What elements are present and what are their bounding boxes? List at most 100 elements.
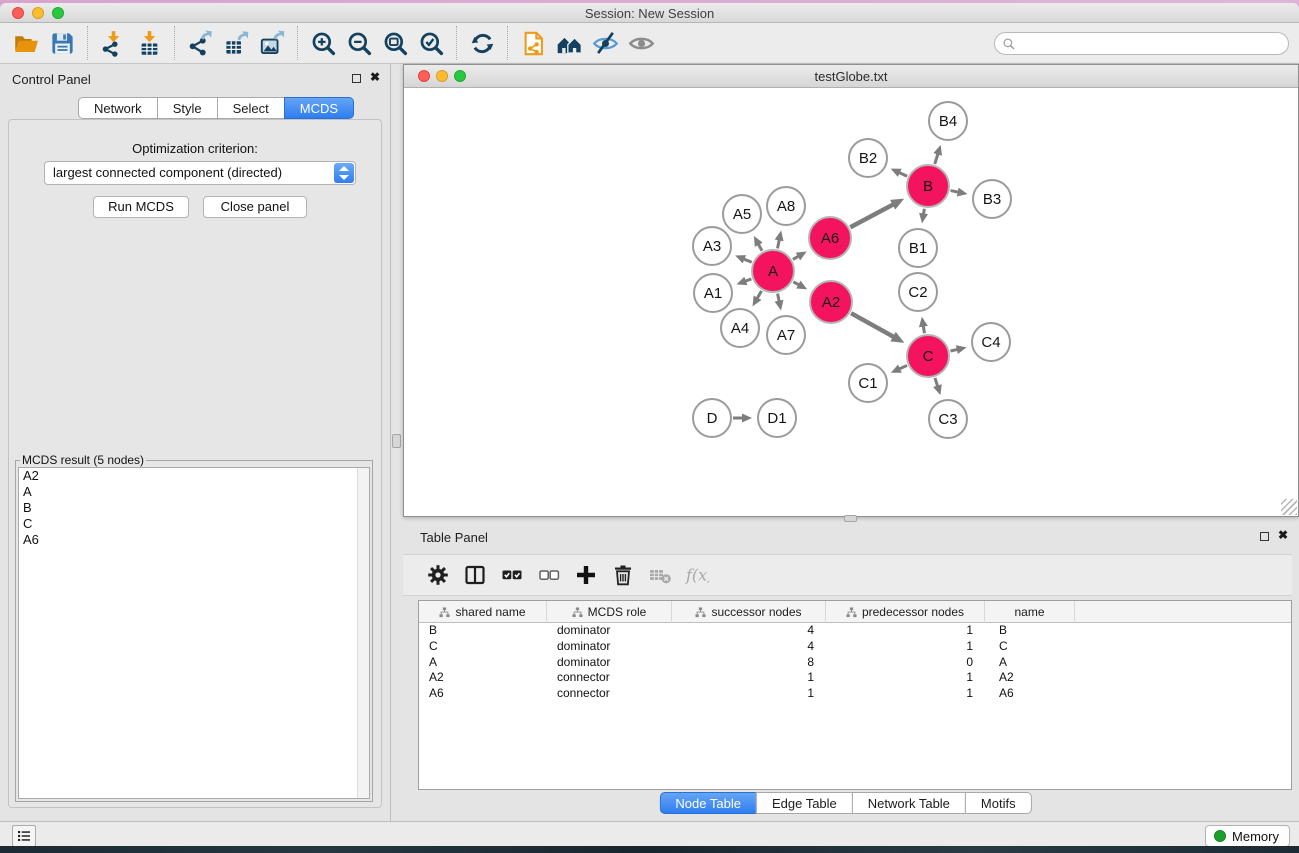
result-item[interactable]: A — [19, 484, 357, 500]
first-neighbors-button[interactable] — [551, 26, 587, 60]
zoom-selected-button[interactable] — [413, 26, 449, 60]
graph-edge-C-C1[interactable] — [891, 365, 907, 373]
graph-edge-C-C2[interactable] — [919, 317, 928, 334]
table-cell[interactable]: connector — [547, 686, 672, 702]
table-cell[interactable]: 1 — [826, 670, 985, 686]
resize-grip-icon[interactable] — [1281, 499, 1297, 515]
result-item[interactable]: B — [19, 500, 357, 516]
graph-node-A6[interactable]: A6 — [809, 217, 851, 259]
table-cell[interactable]: C — [419, 639, 547, 655]
graph-node-A3[interactable]: A3 — [693, 227, 731, 265]
table-cell[interactable]: A6 — [985, 686, 1075, 702]
graph-edge-D-D1[interactable] — [733, 414, 752, 423]
import-table-button[interactable] — [131, 26, 167, 60]
tab-select[interactable]: Select — [217, 97, 285, 119]
table-cell[interactable]: A2 — [985, 670, 1075, 686]
column-header-successor-nodes[interactable]: successor nodes — [672, 601, 826, 623]
mcds-result-scrollbar[interactable] — [357, 468, 369, 798]
table-row[interactable]: Bdominator41B — [419, 623, 1291, 639]
graph-node-A8[interactable]: A8 — [767, 187, 805, 225]
table-cell[interactable]: A — [985, 655, 1075, 671]
gear-button[interactable] — [419, 559, 456, 591]
graph-node-A5[interactable]: A5 — [723, 195, 761, 233]
graph-edge-A6-B[interactable] — [850, 199, 904, 228]
graph-edge-B-B1[interactable] — [919, 209, 928, 224]
graph-node-B3[interactable]: B3 — [973, 180, 1011, 218]
network-graph[interactable]: AA1A2A3A4A5A6A7A8BB1B2B3B4CC1C2C3C4DD1 — [404, 88, 1298, 516]
tab-style[interactable]: Style — [157, 97, 218, 119]
column-header-MCDS-role[interactable]: MCDS role — [547, 601, 672, 623]
split-columns-button[interactable] — [456, 559, 493, 591]
table-cell[interactable]: 1 — [672, 686, 826, 702]
new-network-button[interactable] — [515, 26, 551, 60]
memory-button[interactable]: Memory — [1205, 825, 1290, 846]
export-table-button[interactable] — [218, 26, 254, 60]
show-all-button[interactable] — [623, 26, 659, 60]
close-panel-icon[interactable]: ✖ — [370, 70, 380, 84]
refresh-button[interactable] — [464, 26, 500, 60]
export-network-button[interactable] — [182, 26, 218, 60]
table-cell[interactable]: 0 — [826, 655, 985, 671]
table-cell[interactable]: 4 — [672, 639, 826, 655]
graph-node-A2[interactable]: A2 — [810, 281, 852, 323]
graph-node-B[interactable]: B — [907, 165, 949, 207]
search-input[interactable] — [1016, 35, 1288, 53]
unselect-all-columns-button[interactable] — [530, 559, 567, 591]
tab-mcds[interactable]: MCDS — [284, 97, 354, 119]
graph-edge-A-A7[interactable] — [775, 294, 784, 311]
table-cell[interactable]: 4 — [672, 623, 826, 639]
graph-node-D1[interactable]: D1 — [758, 399, 796, 437]
graph-node-B4[interactable]: B4 — [929, 102, 967, 140]
table-close-panel-icon[interactable]: ✖ — [1278, 528, 1288, 542]
save-session-button[interactable] — [44, 26, 80, 60]
graph-edge-C-C4[interactable] — [950, 345, 966, 354]
graph-node-D[interactable]: D — [693, 399, 731, 437]
graph-edge-B-B4[interactable] — [933, 145, 942, 164]
tab-motifs[interactable]: Motifs — [965, 792, 1032, 814]
graph-edge-A-A3[interactable] — [735, 255, 752, 263]
criterion-select[interactable]: largest connected component (directed) — [44, 161, 356, 185]
table-cell[interactable]: dominator — [547, 639, 672, 655]
hide-selected-button[interactable] — [587, 26, 623, 60]
graph-edge-A-A4[interactable] — [753, 291, 762, 306]
result-item[interactable]: C — [19, 516, 357, 532]
table-cell[interactable]: 1 — [826, 639, 985, 655]
graph-edge-B-B3[interactable] — [951, 188, 968, 197]
zoom-fit-button[interactable] — [377, 26, 413, 60]
table-cell[interactable]: dominator — [547, 623, 672, 639]
tab-network-table[interactable]: Network Table — [852, 792, 966, 814]
zoom-in-button[interactable] — [305, 26, 341, 60]
run-mcds-button[interactable]: Run MCDS — [93, 196, 189, 218]
graph-node-C4[interactable]: C4 — [972, 323, 1010, 361]
delete-column-button[interactable] — [604, 559, 641, 591]
result-item[interactable]: A2 — [19, 468, 357, 484]
table-cell[interactable]: A2 — [419, 670, 547, 686]
horizontal-splitter-handle[interactable] — [844, 515, 857, 522]
graph-node-C1[interactable]: C1 — [849, 364, 887, 402]
task-history-button[interactable] — [12, 825, 36, 846]
table-cell[interactable]: A6 — [419, 686, 547, 702]
table-cell[interactable]: 1 — [672, 670, 826, 686]
network-canvas[interactable]: AA1A2A3A4A5A6A7A8BB1B2B3B4CC1C2C3C4DD1 — [404, 88, 1298, 516]
export-image-button[interactable] — [254, 26, 290, 60]
tab-edge-table[interactable]: Edge Table — [756, 792, 853, 814]
add-column-button[interactable] — [567, 559, 604, 591]
table-cell[interactable]: B — [985, 623, 1075, 639]
table-row[interactable]: Cdominator41C — [419, 639, 1291, 655]
float-panel-icon[interactable] — [352, 74, 361, 83]
graph-edge-A2-C[interactable] — [851, 313, 904, 343]
import-network-button[interactable] — [95, 26, 131, 60]
graph-edge-B-B2[interactable] — [891, 169, 908, 177]
open-file-button[interactable] — [8, 26, 44, 60]
table-row[interactable]: Adominator80A — [419, 655, 1291, 671]
close-panel-button[interactable]: Close panel — [203, 196, 307, 218]
graph-node-C2[interactable]: C2 — [899, 273, 937, 311]
zoom-out-button[interactable] — [341, 26, 377, 60]
graph-node-C3[interactable]: C3 — [929, 400, 967, 438]
vertical-splitter-handle[interactable] — [392, 434, 401, 448]
graph-node-B1[interactable]: B1 — [899, 229, 937, 267]
result-item[interactable]: A6 — [19, 532, 357, 548]
table-cell[interactable]: B — [419, 623, 547, 639]
column-header-shared-name[interactable]: shared name — [419, 601, 547, 623]
tab-network[interactable]: Network — [78, 97, 158, 119]
